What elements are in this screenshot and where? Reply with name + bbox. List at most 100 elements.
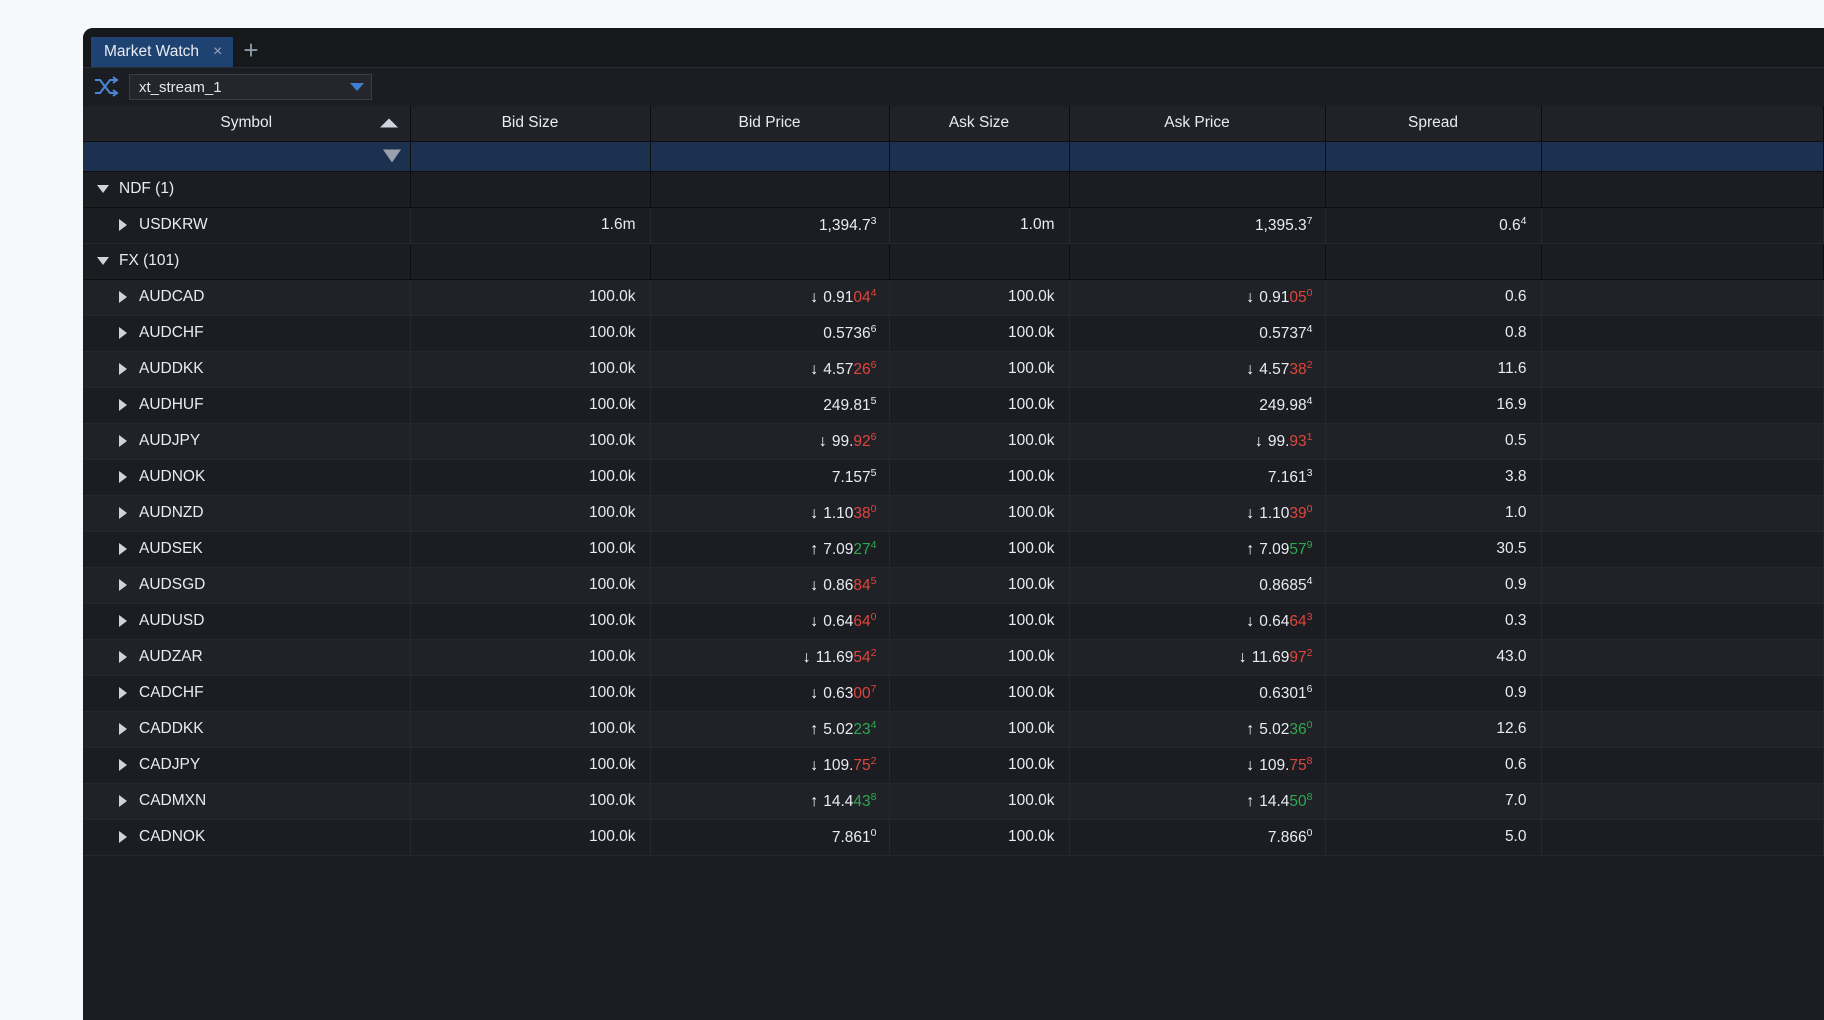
symbol-cell[interactable]: AUDCHF bbox=[83, 315, 411, 352]
shuffle-icon[interactable] bbox=[93, 76, 119, 98]
price-head: 249.98 bbox=[1259, 397, 1307, 415]
table-row[interactable]: CADDKK 100.0k ↑ 5.02234 100.0k ↑ 5.02360 12.6 bbox=[83, 711, 1824, 748]
filter-cell-0[interactable] bbox=[83, 141, 411, 172]
table-row[interactable]: AUDUSD 100.0k ↓ 0.64640 100.0k ↓ 0.64643 0.3 bbox=[83, 603, 1824, 640]
price-big-figure: 97 bbox=[1289, 649, 1307, 667]
filter-row[interactable] bbox=[83, 141, 1824, 172]
tab-market-watch[interactable]: Market Watch × bbox=[91, 37, 234, 67]
group-row[interactable]: FX (101) bbox=[83, 243, 1824, 280]
symbol-cell[interactable]: CADCHF bbox=[83, 675, 411, 712]
table-row[interactable]: AUDNZD 100.0k ↓ 1.10380 100.0k ↓ 1.10390 1.0 bbox=[83, 495, 1824, 532]
filter-cell-6[interactable] bbox=[1541, 141, 1824, 172]
symbol-cell[interactable]: AUDDKK bbox=[83, 351, 411, 388]
price-head: 11.69 bbox=[815, 649, 854, 667]
column-header-ask_size[interactable]: Ask Size bbox=[889, 106, 1070, 142]
symbol-cell[interactable]: AUDSEK bbox=[83, 531, 411, 568]
symbol-cell[interactable]: AUDHUF bbox=[83, 387, 411, 424]
table-row[interactable]: USDKRW 1.6m 1,394.73 1.0m 1,395.37 0.64 bbox=[83, 207, 1824, 244]
table-row[interactable]: AUDNOK 100.0k 7.1575 100.0k 7.1613 3.8 bbox=[83, 459, 1824, 496]
price-down-icon: ↓ bbox=[810, 613, 819, 631]
column-header-bid_size[interactable]: Bid Size bbox=[410, 106, 651, 142]
price-pip: 2 bbox=[1306, 646, 1313, 659]
table-row[interactable]: AUDDKK 100.0k ↓ 4.57266 100.0k ↓ 4.57382 11.6 bbox=[83, 351, 1824, 388]
filter-icon[interactable] bbox=[382, 149, 401, 163]
expand-icon[interactable] bbox=[119, 795, 127, 807]
bid-price-cell: 0.57366 bbox=[650, 315, 890, 352]
sort-ascending-icon[interactable] bbox=[379, 118, 398, 128]
close-icon[interactable]: × bbox=[213, 44, 222, 60]
symbol-cell[interactable]: CADJPY bbox=[83, 747, 411, 784]
price-pip: 6 bbox=[1306, 682, 1313, 695]
price-head: 0.91 bbox=[823, 289, 854, 307]
group-row[interactable]: NDF (1) bbox=[83, 171, 1824, 208]
symbol-cell[interactable]: CADNOK bbox=[83, 819, 411, 856]
table-row[interactable]: CADJPY 100.0k ↓ 109.752 100.0k ↓ 109.758 0.6 bbox=[83, 747, 1824, 784]
table-row[interactable]: CADCHF 100.0k ↓ 0.63007 100.0k 0.63016 0.9 bbox=[83, 675, 1824, 712]
bid-price-cell: ↓ 1.10380 bbox=[650, 495, 890, 532]
expand-icon[interactable] bbox=[119, 291, 127, 303]
symbol-cell[interactable]: AUDZAR bbox=[83, 639, 411, 676]
symbol-cell[interactable]: AUDJPY bbox=[83, 423, 411, 460]
column-header-bid_price[interactable]: Bid Price bbox=[650, 106, 890, 142]
price-big-figure: 75 bbox=[1289, 757, 1307, 775]
filter-cell-5[interactable] bbox=[1325, 141, 1542, 172]
expand-icon[interactable] bbox=[119, 507, 127, 519]
symbol-cell[interactable]: CADMXN bbox=[83, 783, 411, 820]
expand-icon[interactable] bbox=[119, 399, 127, 411]
symbol-cell[interactable]: AUDSGD bbox=[83, 567, 411, 604]
table-row[interactable]: AUDHUF 100.0k 249.815 100.0k 249.984 16.9 bbox=[83, 387, 1824, 424]
price-pip: 0 bbox=[1306, 718, 1313, 731]
expand-icon[interactable] bbox=[119, 687, 127, 699]
price-head: 7.861 bbox=[831, 829, 871, 847]
stream-select[interactable]: xt_stream_1 bbox=[129, 74, 372, 100]
ask-size-cell: 1.0m bbox=[889, 207, 1070, 244]
filter-cell-4[interactable] bbox=[1069, 141, 1326, 172]
table-row[interactable]: AUDJPY 100.0k ↓ 99.926 100.0k ↓ 99.931 0.5 bbox=[83, 423, 1824, 460]
bid-price-cell: ↓ 99.926 bbox=[650, 423, 890, 460]
symbol-cell[interactable]: AUDUSD bbox=[83, 603, 411, 640]
spread-cell: 12.6 bbox=[1325, 711, 1542, 748]
expand-icon[interactable] bbox=[119, 615, 127, 627]
column-header-spread[interactable]: Spread bbox=[1325, 106, 1542, 142]
collapse-icon[interactable] bbox=[97, 257, 109, 265]
filter-cell-2[interactable] bbox=[650, 141, 890, 172]
price-big-figure: 57 bbox=[1289, 541, 1307, 559]
bid-price-cell: ↑ 7.09274 bbox=[650, 531, 890, 568]
expand-icon[interactable] bbox=[119, 579, 127, 591]
group-cell[interactable]: NDF (1) bbox=[83, 171, 411, 208]
table-row[interactable]: AUDZAR 100.0k ↓ 11.69542 100.0k ↓ 11.69972 43.0 bbox=[83, 639, 1824, 676]
table-row[interactable]: AUDCHF 100.0k 0.57366 100.0k 0.57374 0.8 bbox=[83, 315, 1824, 352]
symbol-cell[interactable]: AUDNZD bbox=[83, 495, 411, 532]
table-row[interactable]: CADMXN 100.0k ↑ 14.4438 100.0k ↑ 14.4508 7.0 bbox=[83, 783, 1824, 820]
table-row[interactable]: AUDCAD 100.0k ↓ 0.91044 100.0k ↓ 0.91050 0.6 bbox=[83, 279, 1824, 316]
expand-icon[interactable] bbox=[119, 327, 127, 339]
row-spacer-cell bbox=[1541, 783, 1824, 820]
table-row[interactable]: CADNOK 100.0k 7.8610 100.0k 7.8660 5.0 bbox=[83, 819, 1824, 856]
expand-icon[interactable] bbox=[119, 723, 127, 735]
expand-icon[interactable] bbox=[119, 435, 127, 447]
expand-icon[interactable] bbox=[119, 363, 127, 375]
expand-icon[interactable] bbox=[119, 759, 127, 771]
collapse-icon[interactable] bbox=[97, 185, 109, 193]
column-header-symbol[interactable]: Symbol bbox=[83, 106, 411, 142]
expand-icon[interactable] bbox=[119, 471, 127, 483]
column-header-ask_price[interactable]: Ask Price bbox=[1069, 106, 1326, 142]
symbol-cell[interactable]: AUDNOK bbox=[83, 459, 411, 496]
symbol-cell[interactable]: AUDCAD bbox=[83, 279, 411, 316]
symbol-cell[interactable]: USDKRW bbox=[83, 207, 411, 244]
bid-size-cell: 100.0k bbox=[410, 783, 651, 820]
expand-icon[interactable] bbox=[119, 219, 127, 231]
group-cell[interactable]: FX (101) bbox=[83, 243, 411, 280]
price-big-figure: 27 bbox=[853, 541, 871, 559]
filter-cell-1[interactable] bbox=[410, 141, 651, 172]
table-row[interactable]: AUDSEK 100.0k ↑ 7.09274 100.0k ↑ 7.09579 30.5 bbox=[83, 531, 1824, 568]
price-down-icon: ↓ bbox=[810, 361, 819, 379]
expand-icon[interactable] bbox=[119, 831, 127, 843]
filter-cell-3[interactable] bbox=[889, 141, 1070, 172]
bid-price-cell: ↓ 4.57266 bbox=[650, 351, 890, 388]
add-tab-icon[interactable]: + bbox=[233, 37, 268, 67]
expand-icon[interactable] bbox=[119, 651, 127, 663]
symbol-cell[interactable]: CADDKK bbox=[83, 711, 411, 748]
expand-icon[interactable] bbox=[119, 543, 127, 555]
table-row[interactable]: AUDSGD 100.0k ↓ 0.86845 100.0k 0.86854 0.9 bbox=[83, 567, 1824, 604]
